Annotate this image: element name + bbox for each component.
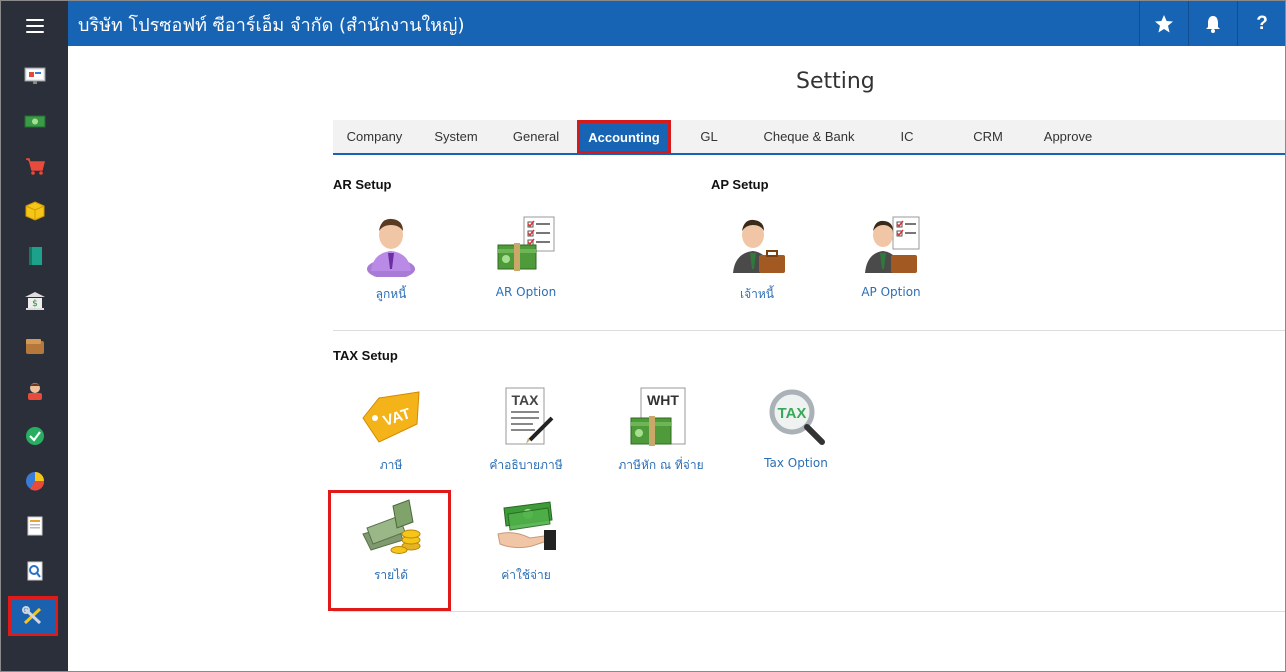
check-icon	[25, 426, 44, 445]
sidebar-item-settings[interactable]	[8, 596, 58, 636]
ap-option-icon	[865, 216, 920, 273]
wht-tile[interactable]: WHT ภาษีหัก ณ ที่จ่าย	[606, 384, 716, 475]
sidebar-item-report[interactable]	[1, 458, 68, 503]
ap-option-tile[interactable]: AP Option	[836, 213, 946, 299]
company-title: บริษัท โปรซอฟท์ ซีอาร์เอ็ม จำกัด (สำนักง…	[78, 15, 465, 36]
sidebar-item-bank[interactable]: $	[1, 278, 68, 323]
customer-label: ลูกหนี้	[375, 287, 407, 301]
ap-setup-title: AP Setup	[711, 177, 769, 192]
svg-text:$: $	[32, 299, 38, 309]
wht-label: ภาษีหัก ณ ที่จ่าย	[618, 458, 704, 472]
tax-option-label: Tax Option	[764, 456, 828, 470]
star-icon	[1155, 14, 1173, 32]
sidebar-item-dashboard[interactable]	[1, 53, 68, 98]
ar-option-label: AR Option	[495, 285, 557, 299]
ar-setup-title: AR Setup	[333, 177, 392, 192]
expense-label: ค่าใช้จ่าย	[501, 568, 551, 582]
section-divider	[333, 330, 1285, 331]
ar-option-tile[interactable]: AR Option	[471, 213, 581, 299]
menu-icon	[25, 18, 44, 33]
notifications-button[interactable]	[1188, 1, 1237, 46]
tab-gl[interactable]: GL	[683, 120, 735, 153]
sidebar-item-person[interactable]	[1, 368, 68, 413]
book-icon	[28, 246, 42, 265]
sidebar-item-search[interactable]	[1, 548, 68, 593]
tax-description-label: คำอธิบายภาษี	[489, 458, 563, 472]
help-button[interactable]: ?	[1237, 1, 1285, 46]
vat-tile[interactable]: VAT ภาษี	[336, 384, 446, 475]
dashboard-icon	[24, 67, 45, 84]
sidebar-item-wallet[interactable]	[1, 323, 68, 368]
vat-icon: VAT	[362, 391, 420, 443]
tab-general[interactable]: General	[501, 120, 571, 153]
ap-option-label: AP Option	[861, 285, 921, 299]
sidebar-item-box[interactable]	[1, 188, 68, 233]
tax-search-icon: TAX	[769, 389, 825, 445]
creditor-tile[interactable]: เจ้าหนี้	[702, 213, 812, 304]
person-icon	[27, 382, 42, 400]
pie-chart-icon	[25, 471, 44, 491]
tab-company[interactable]: Company	[333, 120, 416, 153]
bank-icon: $	[24, 291, 45, 310]
cart-icon	[25, 157, 45, 175]
creditor-label: เจ้าหนี้	[740, 287, 774, 301]
tax-doc-icon: TAX	[505, 387, 554, 445]
tax-doc-badge: TAX	[512, 392, 540, 408]
search-doc-icon	[27, 561, 42, 580]
tax-search-badge: TAX	[778, 405, 807, 422]
tax-description-tile[interactable]: TAX คำอธิบายภาษี	[471, 384, 581, 475]
ar-option-icon	[497, 216, 555, 271]
top-header: บริษัท โปรซอฟท์ ซีอาร์เอ็ม จำกัด (สำนักง…	[68, 1, 1285, 46]
sidebar-item-approve[interactable]	[1, 413, 68, 458]
settings-tabs: Company System General Accounting GL Che…	[333, 120, 1285, 155]
wallet-icon	[25, 338, 44, 354]
sidebar-item-cart[interactable]	[1, 143, 68, 188]
page-title: Setting	[796, 69, 875, 94]
sidebar-item-money[interactable]	[1, 98, 68, 143]
sidebar: $	[1, 1, 68, 671]
app-window: $ บริษัท โปรซอฟท์ ซีอาร์เอ็ม จำกัด (สำนั…	[0, 0, 1286, 672]
expense-tile[interactable]: ค่าใช้จ่าย	[471, 494, 581, 585]
tab-crm[interactable]: CRM	[957, 120, 1019, 153]
income-highlight	[328, 490, 451, 611]
sidebar-item-book[interactable]	[1, 233, 68, 278]
tab-accounting[interactable]: Accounting	[577, 120, 671, 154]
tools-icon	[22, 606, 42, 625]
tax-option-tile[interactable]: TAX Tax Option	[741, 384, 851, 470]
tax-setup-title: TAX Setup	[333, 348, 398, 363]
box-icon	[25, 200, 44, 221]
vat-label: ภาษี	[379, 458, 403, 472]
tab-approve[interactable]: Approve	[1033, 120, 1103, 153]
money-icon	[24, 115, 45, 127]
menu-button[interactable]	[1, 3, 68, 48]
tab-cheque-bank[interactable]: Cheque & Bank	[749, 120, 869, 153]
tab-ic[interactable]: IC	[881, 120, 933, 153]
document-icon	[27, 516, 42, 535]
expense-icon	[497, 501, 556, 550]
bell-icon	[1206, 15, 1220, 33]
customer-icon	[367, 218, 415, 277]
sidebar-item-document[interactable]	[1, 503, 68, 548]
creditor-icon	[733, 219, 785, 273]
customer-tile[interactable]: ลูกหนี้	[336, 213, 446, 304]
favorites-button[interactable]	[1139, 1, 1188, 46]
tab-system[interactable]: System	[421, 120, 491, 153]
bottom-divider	[333, 611, 1285, 612]
wht-icon: WHT	[630, 387, 686, 446]
wht-badge: WHT	[647, 392, 679, 408]
